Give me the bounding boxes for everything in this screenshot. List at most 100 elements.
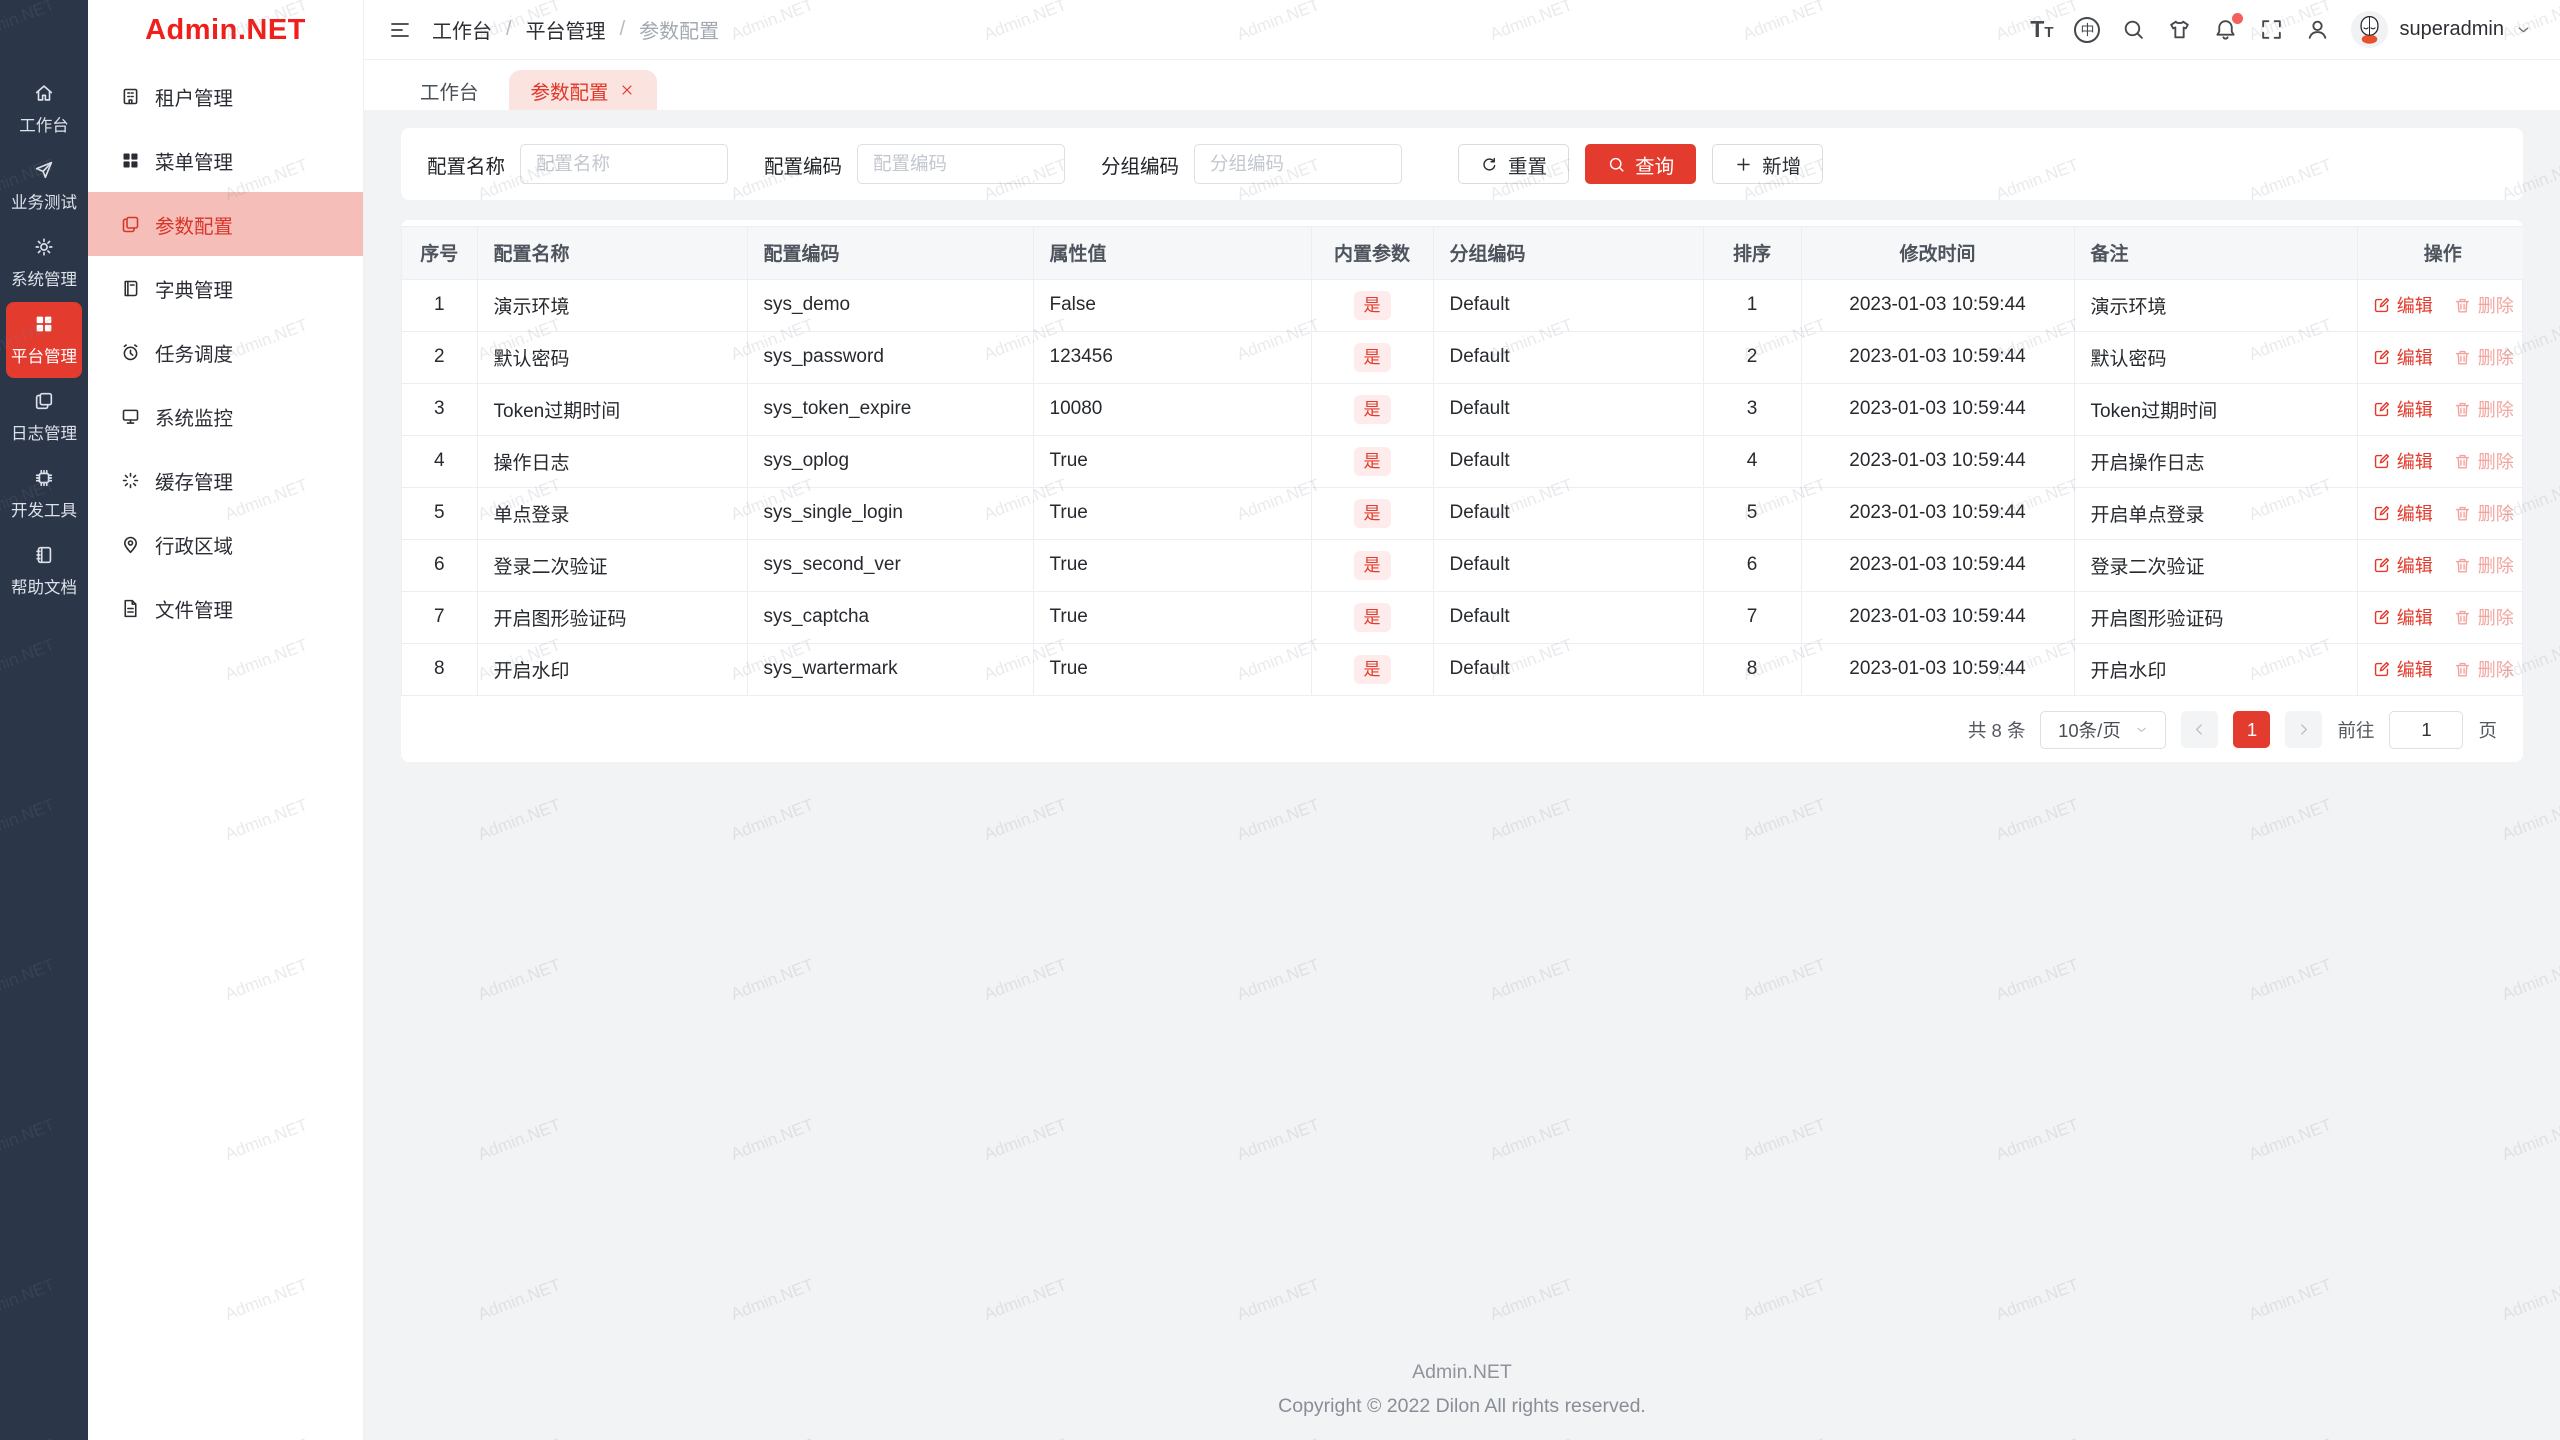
mascot-logo-icon[interactable] bbox=[0, 0, 88, 70]
notification-icon[interactable] bbox=[2213, 13, 2244, 42]
rail-item-6[interactable]: 开发工具 bbox=[6, 456, 82, 532]
add-button[interactable]: 新增 bbox=[1712, 144, 1824, 184]
rail-item-label: 日志管理 bbox=[11, 425, 77, 443]
filter-fields: 配置名称 配置编码 分组编码 bbox=[427, 144, 1438, 184]
cell-time: 2023-01-03 10:59:44 bbox=[1801, 539, 2075, 592]
cell-code: sys_second_ver bbox=[747, 539, 1034, 592]
user-icon[interactable] bbox=[2305, 17, 2330, 42]
delete-button[interactable]: 删除 bbox=[2453, 292, 2514, 318]
rail-item-label: 开发工具 bbox=[11, 502, 77, 520]
sidebar-item-6[interactable]: 系统监控 bbox=[88, 384, 363, 448]
cell-name: 开启水印 bbox=[477, 643, 748, 696]
footer-title: Admin.NET bbox=[1412, 1361, 1512, 1383]
sidebar-item-9[interactable]: 文件管理 bbox=[88, 576, 363, 640]
delete-button[interactable]: 删除 bbox=[2453, 500, 2514, 526]
cell-name: 开启图形验证码 bbox=[477, 591, 748, 644]
sidebar-item-7[interactable]: 缓存管理 bbox=[88, 448, 363, 512]
delete-button[interactable]: 删除 bbox=[2453, 604, 2514, 630]
tab-2[interactable]: 参数配置 bbox=[508, 70, 657, 110]
sidebar-item-5[interactable]: 任务调度 bbox=[88, 320, 363, 384]
loading-icon bbox=[120, 470, 141, 491]
filter-input-3[interactable] bbox=[1194, 144, 1403, 184]
page-size-select[interactable]: 10条/页 bbox=[2040, 710, 2167, 749]
edit-button[interactable]: 编辑 bbox=[2372, 552, 2433, 578]
cell-remark: 登录二次验证 bbox=[2074, 539, 2358, 592]
edit-button[interactable]: 编辑 bbox=[2372, 656, 2433, 682]
language-icon[interactable]: 中 bbox=[2074, 16, 2101, 43]
tab-1[interactable]: 工作台 bbox=[398, 70, 501, 110]
next-page-button[interactable] bbox=[2285, 711, 2323, 748]
cell-time: 2023-01-03 10:59:44 bbox=[1801, 643, 2075, 696]
column-header: 序号 bbox=[402, 227, 478, 280]
rail-item-5[interactable]: 日志管理 bbox=[6, 379, 82, 455]
delete-button[interactable]: 删除 bbox=[2453, 396, 2514, 422]
filter-label: 分组编码 bbox=[1101, 155, 1180, 178]
edit-button[interactable]: 编辑 bbox=[2372, 292, 2433, 318]
cell-remark: 开启图形验证码 bbox=[2074, 591, 2358, 644]
goto-page-input[interactable] bbox=[2389, 710, 2464, 749]
sidebar-item-label: 系统监控 bbox=[155, 407, 234, 430]
cell-group: Default bbox=[1433, 383, 1704, 436]
column-header: 分组编码 bbox=[1433, 227, 1704, 280]
sidebar-item-1[interactable]: 租户管理 bbox=[88, 64, 363, 128]
sidebar-item-4[interactable]: 字典管理 bbox=[88, 256, 363, 320]
edit-button[interactable]: 编辑 bbox=[2372, 604, 2433, 630]
cell-name: 操作日志 bbox=[477, 435, 748, 488]
config-table: 序号 配置名称 配置编码 属性值 内置参数 分组编码 排序 修改时间 备注 操作 1 演示环境 sys… bbox=[401, 226, 2523, 696]
cell-sort: 2 bbox=[1703, 331, 1802, 384]
table-row: 7 开启图形验证码 sys_captcha True 是 Default 7 2023-01-… bbox=[402, 591, 2523, 644]
cell-group: Default bbox=[1433, 643, 1704, 696]
table-row: 2 默认密码 sys_password 123456 是 Default 2 2023-01-… bbox=[402, 331, 2523, 384]
rail-item-2[interactable]: 业务测试 bbox=[6, 148, 82, 224]
pagination: 共 8 条 10条/页 1 前往 页 bbox=[401, 696, 2523, 762]
theme-icon[interactable] bbox=[2167, 17, 2192, 42]
cell-builtin: 是 bbox=[1311, 487, 1434, 540]
cell-actions: 编辑 删除 bbox=[2357, 279, 2523, 332]
edit-button[interactable]: 编辑 bbox=[2372, 500, 2433, 526]
delete-button[interactable]: 删除 bbox=[2453, 656, 2514, 682]
edit-button[interactable]: 编辑 bbox=[2372, 344, 2433, 370]
cell-code: sys_token_expire bbox=[747, 383, 1034, 436]
search-icon[interactable] bbox=[2121, 17, 2146, 42]
fullscreen-icon[interactable] bbox=[2259, 17, 2284, 42]
gear-icon bbox=[33, 236, 55, 258]
sidebar-item-8[interactable]: 行政区域 bbox=[88, 512, 363, 576]
delete-button[interactable]: 删除 bbox=[2453, 344, 2514, 370]
rail-item-4[interactable]: 平台管理 bbox=[6, 302, 82, 378]
pin-icon bbox=[120, 534, 141, 555]
query-button[interactable]: 查询 bbox=[1585, 144, 1697, 184]
page-number-button[interactable]: 1 bbox=[2233, 711, 2271, 748]
cell-time: 2023-01-03 10:59:44 bbox=[1801, 591, 2075, 644]
table-row: 1 演示环境 sys_demo False 是 Default 1 2023-01-03 10… bbox=[402, 279, 2523, 332]
prev-page-button[interactable] bbox=[2181, 711, 2219, 748]
collapse-menu-icon[interactable] bbox=[388, 18, 412, 42]
breadcrumb-item[interactable]: 工作台 bbox=[432, 15, 492, 44]
cell-no: 2 bbox=[402, 331, 478, 384]
builtin-badge: 是 bbox=[1353, 342, 1391, 372]
sidebar-item-2[interactable]: 菜单管理 bbox=[88, 128, 363, 192]
sidebar-item-3[interactable]: 参数配置 bbox=[88, 192, 363, 256]
cell-code: sys_wartermark bbox=[747, 643, 1034, 696]
delete-button[interactable]: 删除 bbox=[2453, 552, 2514, 578]
topbar: 工作台 / 平台管理 / 参数配置 TT 中 superadmin bbox=[364, 0, 2560, 60]
cell-remark: 开启单点登录 bbox=[2074, 487, 2358, 540]
user-menu[interactable]: superadmin bbox=[2351, 11, 2532, 48]
breadcrumb-item[interactable]: 平台管理 bbox=[526, 15, 606, 44]
topbar-actions: TT 中 superadmin bbox=[2030, 11, 2532, 48]
rail-item-7[interactable]: 帮助文档 bbox=[6, 533, 82, 609]
delete-button[interactable]: 删除 bbox=[2453, 448, 2514, 474]
close-tab-icon[interactable] bbox=[619, 82, 635, 98]
cell-no: 6 bbox=[402, 539, 478, 592]
rail-item-1[interactable]: 工作台 bbox=[6, 71, 82, 147]
filter-input-1[interactable] bbox=[520, 144, 729, 184]
config-table-card: 序号 配置名称 配置编码 属性值 内置参数 分组编码 排序 修改时间 备注 操作 1 演示环境 sys… bbox=[401, 220, 2523, 762]
rail-item-3[interactable]: 系统管理 bbox=[6, 225, 82, 301]
edit-button[interactable]: 编辑 bbox=[2372, 448, 2433, 474]
column-header: 配置名称 bbox=[477, 227, 748, 280]
font-size-icon[interactable]: TT bbox=[2030, 18, 2053, 41]
filter-input-2[interactable] bbox=[857, 144, 1066, 184]
reset-button[interactable]: 重置 bbox=[1458, 144, 1570, 184]
cell-time: 2023-01-03 10:59:44 bbox=[1801, 435, 2075, 488]
cell-value: True bbox=[1033, 539, 1312, 592]
edit-button[interactable]: 编辑 bbox=[2372, 396, 2433, 422]
